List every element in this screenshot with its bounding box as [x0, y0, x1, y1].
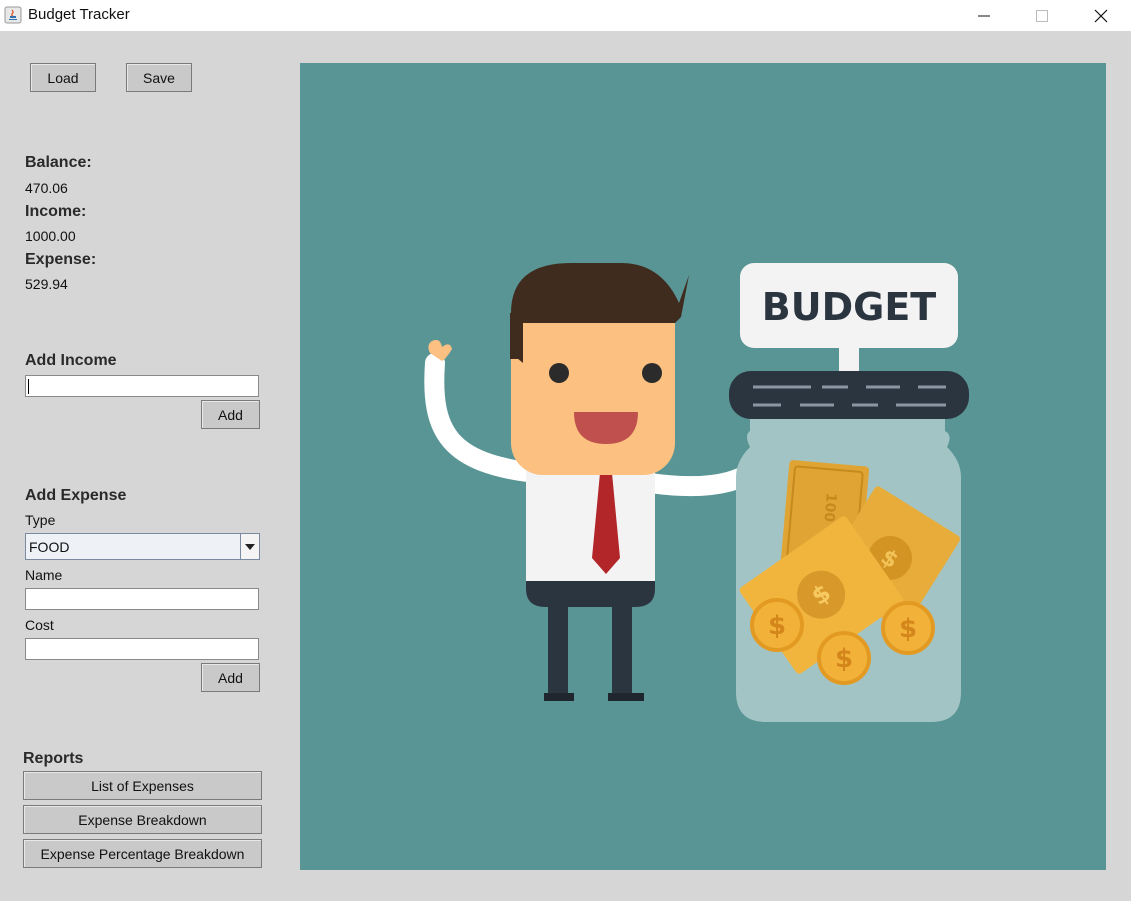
save-button[interactable]: Save [126, 63, 192, 92]
expense-type-select[interactable]: FOOD [25, 533, 260, 560]
title-bar: Budget Tracker [0, 0, 1131, 31]
add-expense-button[interactable]: Add [201, 663, 260, 692]
balance-label: Balance: [25, 154, 92, 171]
close-icon [1094, 9, 1108, 22]
list-of-expenses-button[interactable]: List of Expenses [23, 771, 262, 800]
bill-text: 100 [820, 492, 839, 523]
text-caret [28, 379, 29, 394]
chevron-down-icon [245, 543, 255, 550]
balance-value: 470.06 [25, 180, 68, 196]
budget-illustration: BUDGET 100 $ $ $ $ $ [300, 63, 1106, 870]
add-income-button[interactable]: Add [201, 400, 260, 429]
svg-text:$: $ [768, 611, 786, 641]
expense-value: 529.94 [25, 276, 68, 292]
minimize-icon [978, 15, 990, 16]
svg-text:$: $ [899, 614, 917, 644]
load-button[interactable]: Load [30, 63, 96, 92]
sign-text: BUDGET [762, 285, 937, 329]
expense-name-input[interactable] [25, 588, 259, 610]
expense-percentage-breakdown-button[interactable]: Expense Percentage Breakdown [23, 839, 262, 868]
java-app-icon [4, 6, 22, 24]
income-amount-input[interactable] [25, 375, 259, 397]
maximize-icon [1036, 9, 1048, 22]
income-label: Income: [25, 203, 87, 220]
window-title: Budget Tracker [28, 6, 130, 23]
dropdown-arrow-button[interactable] [240, 534, 259, 559]
expense-cost-input[interactable] [25, 638, 259, 660]
name-label: Name [25, 567, 63, 583]
reports-heading: Reports [23, 750, 84, 767]
expense-breakdown-button[interactable]: Expense Breakdown [23, 805, 262, 834]
cost-label: Cost [25, 617, 54, 633]
type-label: Type [25, 512, 56, 528]
income-value: 1000.00 [25, 228, 76, 244]
businessman-with-money-jar-icon: BUDGET 100 $ $ $ $ $ [424, 263, 969, 722]
expense-type-selected: FOOD [29, 539, 70, 555]
close-button[interactable] [1072, 0, 1130, 31]
expense-label: Expense: [25, 251, 97, 268]
add-income-heading: Add Income [25, 352, 117, 369]
maximize-button[interactable] [1013, 0, 1071, 31]
svg-text:$: $ [835, 644, 853, 674]
minimize-button[interactable] [955, 0, 1013, 31]
add-expense-heading: Add Expense [25, 487, 127, 504]
